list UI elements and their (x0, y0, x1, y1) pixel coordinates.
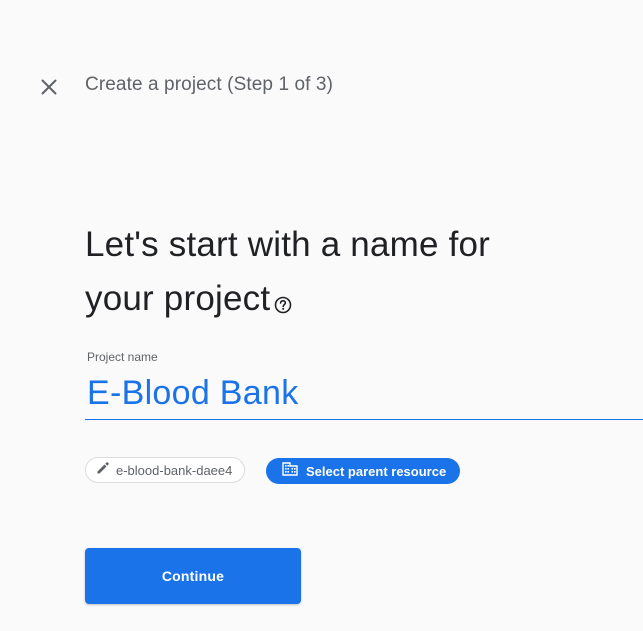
project-name-label: Project name (87, 350, 158, 364)
close-icon[interactable] (36, 74, 62, 100)
project-name-input[interactable] (85, 368, 643, 420)
headline-line-2: your project (85, 272, 605, 326)
select-parent-resource-label: Select parent resource (306, 463, 447, 479)
project-id-chip[interactable]: e-blood-bank-daee4 (85, 457, 246, 483)
organization-icon (282, 461, 298, 481)
step-title: Create a project (Step 1 of 3) (85, 74, 334, 95)
help-circle-icon[interactable] (274, 276, 292, 314)
create-project-page: Create a project (Step 1 of 3) Let's sta… (0, 0, 643, 631)
page-title: Let's start with a name for your project (85, 218, 605, 326)
select-parent-resource-button[interactable]: Select parent resource (266, 458, 461, 484)
pencil-icon (96, 461, 110, 480)
project-id-text: e-blood-bank-daee4 (116, 462, 233, 478)
continue-button[interactable]: Continue (85, 548, 301, 604)
headline-line-2-text: your project (85, 279, 271, 318)
headline-line-1: Let's start with a name for (85, 225, 491, 264)
